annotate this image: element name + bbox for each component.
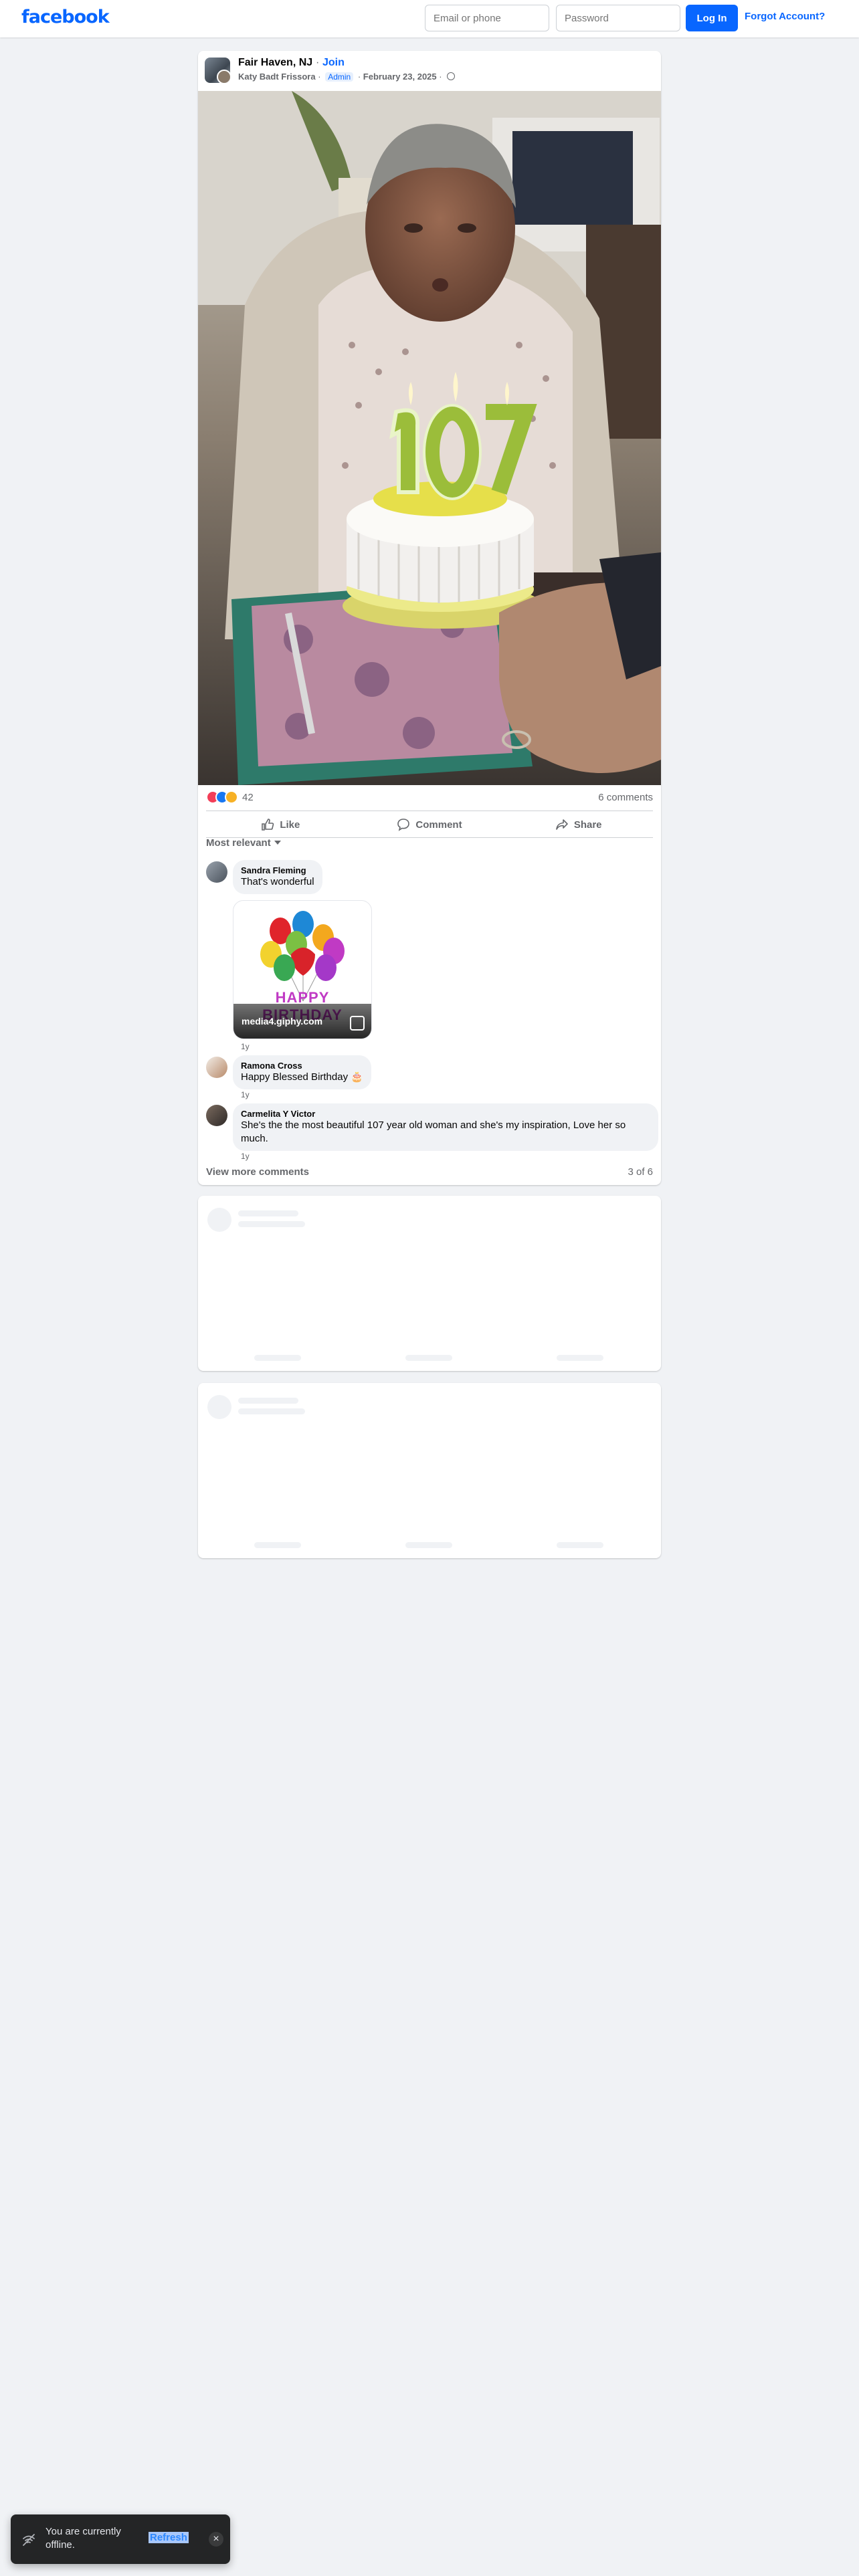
comment-bubble: Carmelita Y Victor She's the the most be…	[233, 1103, 658, 1151]
post-actions: Like Comment Share	[206, 811, 653, 838]
post-photo[interactable]	[198, 91, 661, 785]
admin-badge: Admin	[325, 72, 354, 82]
sort-label: Most relevant	[206, 837, 271, 849]
separator-dot: ·	[439, 72, 442, 82]
comment-text: She's the the most beautiful 107 year ol…	[241, 1119, 626, 1144]
commenter-avatar[interactable]	[206, 1105, 227, 1126]
skeleton-line	[405, 1542, 452, 1548]
join-group-link[interactable]: Join	[322, 57, 345, 69]
share-button[interactable]: Share	[504, 811, 653, 838]
skeleton-line	[557, 1542, 603, 1548]
gif-source-bar: media4.giphy.com	[233, 1004, 371, 1039]
comment-text: That's wonderful	[241, 876, 314, 887]
share-icon	[556, 819, 568, 830]
reaction-count[interactable]: 42	[242, 792, 254, 803]
commenter-name[interactable]: Sandra Fleming	[241, 865, 314, 875]
comment-time[interactable]: 1y	[241, 1042, 250, 1051]
skeleton-line	[405, 1355, 452, 1361]
separator-dot: ·	[357, 72, 361, 82]
refresh-link[interactable]: Refresh	[149, 2532, 189, 2543]
password-input[interactable]	[556, 5, 680, 31]
skeleton-line	[238, 1221, 305, 1227]
comments-count[interactable]: 6 comments	[598, 792, 653, 803]
comment-time[interactable]: 1y	[241, 1090, 250, 1099]
view-more-comments-link[interactable]: View more comments	[206, 1166, 309, 1178]
thumbs-up-icon	[262, 819, 274, 831]
skeleton-line	[238, 1210, 298, 1216]
skeleton-avatar	[207, 1395, 231, 1419]
post-author[interactable]: Katy Badt Frissora	[238, 72, 316, 82]
commenter-avatar[interactable]	[206, 1057, 227, 1078]
offline-message: You are currently offline.	[45, 2526, 121, 2551]
gif-source[interactable]: media4.giphy.com	[242, 1016, 322, 1027]
skeleton-line	[238, 1398, 298, 1404]
top-bar: facebook Log In Forgot Account?	[0, 0, 859, 37]
commenter-avatar[interactable]	[206, 861, 227, 883]
comment-button[interactable]: Comment	[355, 811, 504, 838]
external-link-icon[interactable]	[350, 1016, 365, 1031]
comment-time[interactable]: 1y	[241, 1152, 250, 1161]
comment-icon	[397, 819, 410, 831]
post-meta: Katy Badt Frissora · Admin · February 23…	[238, 72, 456, 82]
share-label: Share	[573, 819, 602, 831]
group-avatar[interactable]	[205, 58, 230, 83]
separator-dot: ·	[316, 57, 320, 68]
commenter-name[interactable]: Ramona Cross	[241, 1061, 363, 1071]
gif-attachment[interactable]: HAPPY BIRTHDAY media4.giphy.com	[233, 900, 372, 1039]
caret-down-icon	[274, 841, 281, 845]
offline-toast: You are currently offline. Refresh ×	[11, 2514, 230, 2564]
forgot-account-link[interactable]: Forgot Account?	[745, 11, 825, 22]
like-label: Like	[280, 819, 300, 831]
comment-bubble: Ramona Cross Happy Blessed Birthday 🎂	[233, 1055, 371, 1089]
comment-label: Comment	[415, 819, 462, 831]
facebook-logo[interactable]: facebook	[21, 7, 110, 27]
like-button[interactable]: Like	[206, 811, 355, 838]
skeleton-line	[254, 1542, 301, 1548]
loading-placeholder-card	[198, 1383, 661, 1558]
commenter-name[interactable]: Carmelita Y Victor	[241, 1109, 650, 1119]
globe-icon	[447, 72, 456, 80]
wifi-off-icon	[23, 2534, 35, 2546]
email-input[interactable]	[425, 5, 549, 31]
care-reaction-icon	[225, 790, 238, 804]
skeleton-avatar	[207, 1208, 231, 1232]
comment-text: Happy Blessed Birthday 🎂	[241, 1071, 363, 1083]
close-icon[interactable]: ×	[209, 2532, 223, 2547]
comment-page-indicator: 3 of 6	[628, 1166, 653, 1178]
group-name[interactable]: Fair Haven, NJ	[238, 57, 312, 69]
skeleton-line	[238, 1408, 305, 1414]
loading-placeholder-card	[198, 1196, 661, 1371]
comment-sort-dropdown[interactable]: Most relevant	[206, 837, 281, 849]
skeleton-line	[254, 1355, 301, 1361]
post-card: Fair Haven, NJ · Join Katy Badt Frissora…	[198, 51, 661, 1185]
login-button[interactable]: Log In	[686, 5, 738, 31]
post-date[interactable]: February 23, 2025	[363, 72, 437, 82]
birthday-cake-photo	[198, 91, 661, 785]
skeleton-line	[557, 1355, 603, 1361]
separator-dot: ·	[318, 72, 321, 82]
comment-bubble: Sandra Fleming That's wonderful	[233, 860, 322, 894]
